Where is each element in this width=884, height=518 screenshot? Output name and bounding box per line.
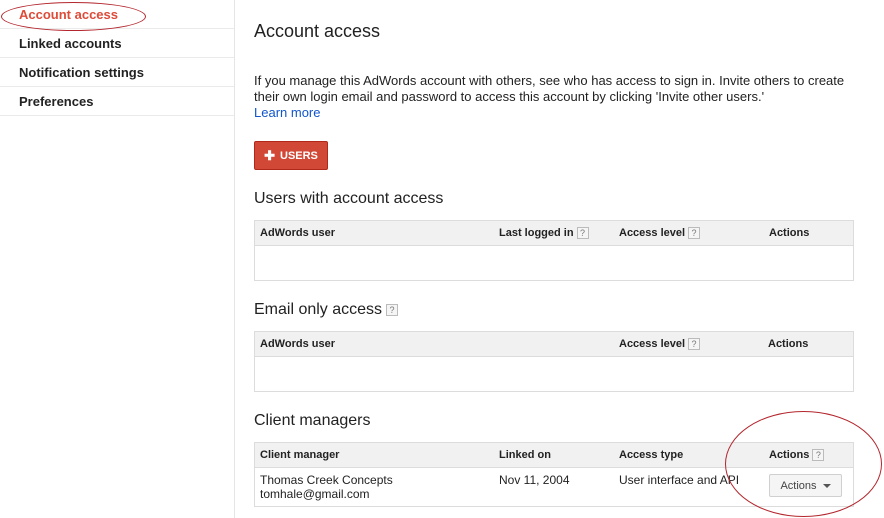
- client-section-title: Client managers: [254, 412, 371, 430]
- intro-text: If you manage this AdWords account with …: [254, 73, 845, 104]
- users-table-header: AdWords user Last logged in ? Access lev…: [255, 221, 853, 246]
- help-icon[interactable]: ?: [576, 227, 589, 239]
- add-users-button[interactable]: ✚ USERS: [254, 141, 328, 170]
- sidebar: Account access Linked accounts Notificat…: [0, 0, 235, 518]
- column-label: Last logged in: [499, 227, 574, 239]
- column-header-actions: Actions: [769, 221, 809, 245]
- column-label: AdWords user: [260, 338, 335, 350]
- column-header-access-type[interactable]: Access type: [619, 443, 683, 467]
- users-section-title-text: Users with account access: [254, 190, 444, 207]
- learn-more-link[interactable]: Learn more: [254, 105, 320, 120]
- column-header-access-level[interactable]: Access level ?: [619, 221, 701, 245]
- column-header-client-manager[interactable]: Client manager: [260, 443, 339, 467]
- users-table-body: [255, 246, 853, 280]
- column-header-actions: Actions ?: [769, 443, 825, 467]
- client-table: Client manager Linked on Access type Act…: [254, 442, 854, 507]
- client-manager-name: Thomas Creek Concepts: [260, 473, 393, 487]
- column-label: Linked on: [499, 449, 551, 461]
- actions-dropdown-button[interactable]: Actions: [769, 474, 842, 497]
- help-icon[interactable]: ?: [688, 338, 701, 350]
- email-table: AdWords user Access level ? Actions: [254, 331, 854, 392]
- access-type-cell: User interface and API: [619, 473, 740, 487]
- column-label: Client manager: [260, 449, 340, 461]
- page-title: Account access: [254, 21, 381, 41]
- actions-button-label: Actions: [780, 479, 817, 492]
- email-table-header: AdWords user Access level ? Actions: [255, 332, 853, 357]
- sidebar-item-account-access[interactable]: Account access: [0, 0, 234, 29]
- column-label: Actions: [769, 449, 810, 461]
- sidebar-item-label: Linked accounts: [19, 36, 122, 51]
- help-icon[interactable]: ?: [688, 227, 701, 239]
- column-header-adwords-user[interactable]: AdWords user: [260, 221, 335, 245]
- plus-icon: ✚: [264, 148, 275, 163]
- client-manager-cell: Thomas Creek Concepts tomhale@gmail.com: [260, 473, 393, 501]
- email-section-title-text: Email only access: [254, 301, 383, 318]
- sidebar-item-preferences[interactable]: Preferences: [0, 87, 234, 116]
- help-icon[interactable]: ?: [386, 304, 399, 316]
- email-section-title: Email only access ?: [254, 301, 399, 319]
- users-table: AdWords user Last logged in ? Access lev…: [254, 220, 854, 281]
- sidebar-item-notification-settings[interactable]: Notification settings: [0, 58, 234, 87]
- linked-on-cell: Nov 11, 2004: [499, 473, 570, 487]
- column-label: AdWords user: [260, 227, 335, 239]
- client-manager-email: tomhale@gmail.com: [260, 487, 370, 501]
- sidebar-item-label: Preferences: [19, 94, 94, 109]
- column-label: Access level: [619, 227, 686, 239]
- column-label: Access level: [619, 338, 686, 350]
- table-row: Thomas Creek Concepts tomhale@gmail.com …: [255, 468, 853, 506]
- column-header-last-logged-in[interactable]: Last logged in ?: [499, 221, 589, 245]
- sidebar-item-label: Notification settings: [19, 65, 144, 80]
- help-icon[interactable]: ?: [812, 449, 825, 461]
- client-table-header: Client manager Linked on Access type Act…: [255, 443, 853, 468]
- sidebar-item-label: Account access: [19, 7, 118, 22]
- column-header-actions: Actions: [768, 332, 808, 356]
- column-label: Access type: [619, 449, 684, 461]
- column-header-adwords-user[interactable]: AdWords user: [260, 332, 335, 356]
- email-table-body: [255, 357, 853, 391]
- column-label: Actions: [768, 338, 809, 350]
- column-header-linked-on[interactable]: Linked on: [499, 443, 551, 467]
- column-label: Actions: [769, 227, 810, 239]
- client-section-title-text: Client managers: [254, 412, 371, 429]
- chevron-down-icon: [822, 483, 831, 488]
- users-section-title: Users with account access: [254, 190, 443, 208]
- sidebar-item-linked-accounts[interactable]: Linked accounts: [0, 29, 234, 58]
- column-header-access-level[interactable]: Access level ?: [619, 332, 701, 356]
- add-users-label: USERS: [280, 149, 318, 162]
